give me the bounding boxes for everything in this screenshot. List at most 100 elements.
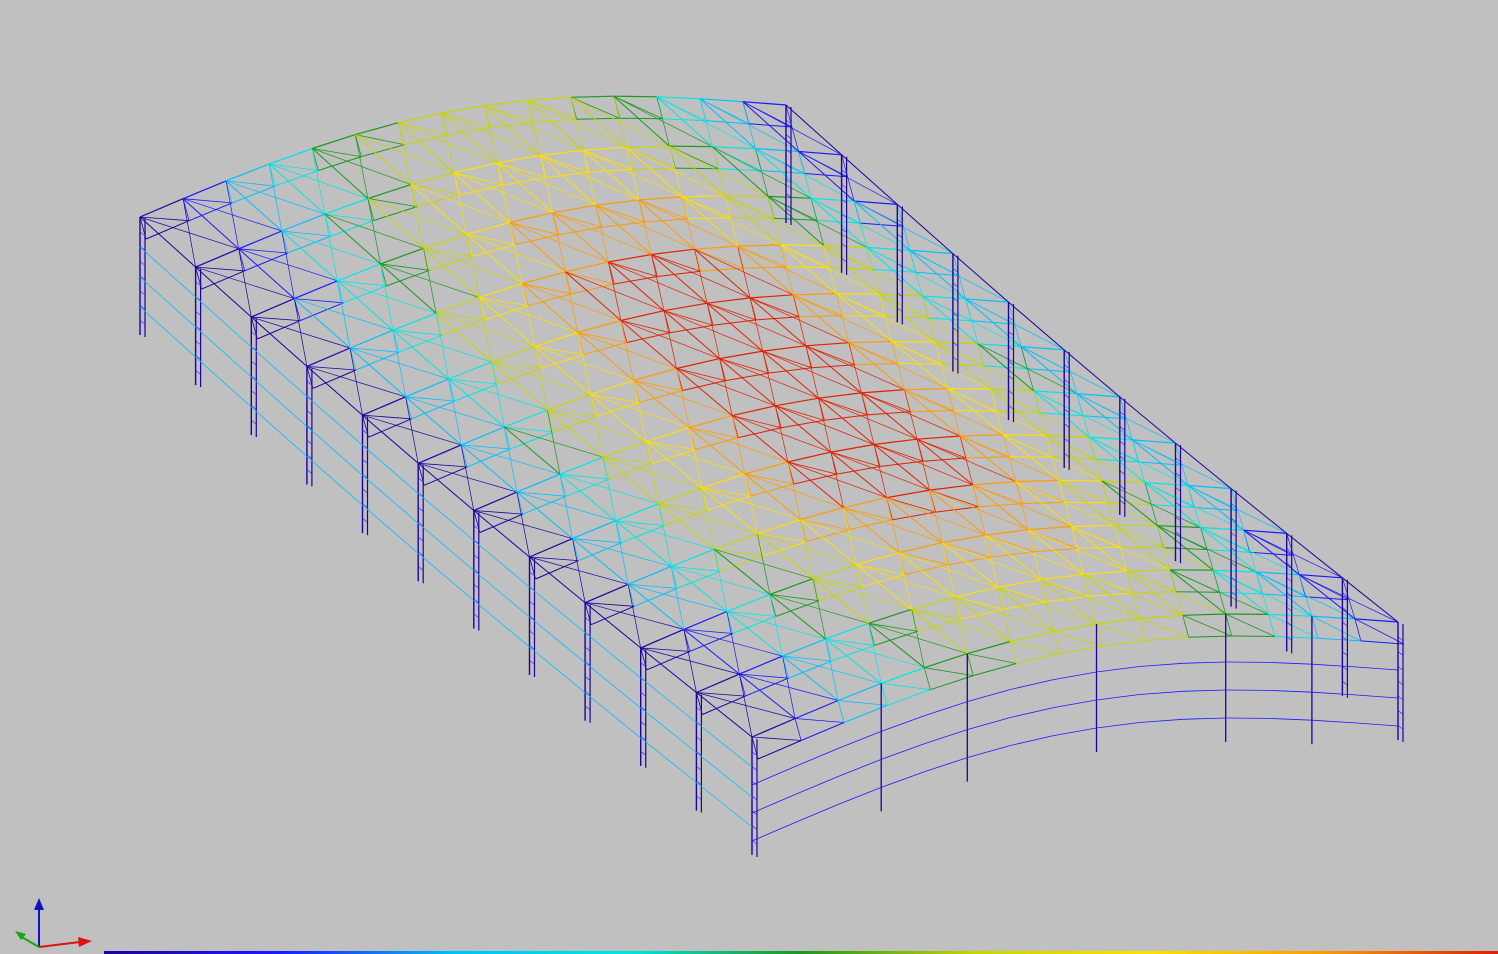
purlin-1140 (726, 611, 783, 657)
roof-truss-group (139, 95, 1405, 760)
top-chord-40 (570, 95, 614, 98)
top-chord-608 (782, 638, 826, 657)
bottom-chord-569 (948, 556, 992, 566)
top-chord-696 (1139, 614, 1183, 620)
top-chord-328 (719, 350, 763, 360)
top-chord-128 (337, 263, 381, 282)
wall-girt-1463 (529, 586, 586, 634)
top-chord-176 (854, 200, 898, 205)
purlin-937 (835, 293, 893, 342)
top-chord-272 (707, 297, 751, 304)
column-lace-1340 (473, 584, 479, 589)
gable-girt-1524 (1354, 722, 1399, 727)
top-chord-296 (965, 298, 1009, 303)
wall-girt-1454 (362, 444, 419, 494)
column-lace-1404 (1286, 621, 1292, 627)
top-chord-648 (1213, 569, 1257, 573)
brace-749 (570, 97, 584, 151)
web-member-158 (638, 199, 689, 220)
bottom-chord-693 (1102, 640, 1146, 647)
gable-girt-1508 (1139, 690, 1183, 695)
top-chord-220 (737, 244, 781, 247)
web-member-398 (861, 392, 911, 413)
column-lace-1441 (1397, 725, 1404, 730)
web-member-630 (997, 586, 1048, 602)
top-chord-412 (1033, 390, 1077, 395)
top-chord-520 (1015, 479, 1059, 483)
wall-girt-1469 (640, 677, 697, 723)
web-member-714 (1311, 615, 1362, 642)
top-chord-240 (362, 396, 406, 416)
wall-girt-1473 (696, 752, 753, 798)
column-lace-1360 (529, 660, 535, 665)
top-chord-188 (392, 312, 437, 331)
3d-viewport[interactable] (0, 0, 1498, 954)
wall-girt-1468 (584, 692, 641, 739)
column-lace-1322 (418, 536, 424, 542)
purlin-1186 (782, 655, 839, 701)
bottom-chord-285 (842, 315, 886, 317)
top-chord-444 (787, 451, 832, 463)
purlin-1042 (529, 556, 586, 604)
top-chord-372 (602, 441, 647, 458)
top-chord-264 (620, 310, 665, 322)
column-lace-1374 (584, 646, 591, 652)
top-chord-172 (811, 197, 855, 202)
brace-847 (767, 196, 781, 246)
bottom-chord-281 (799, 315, 843, 318)
top-chord-544 (683, 610, 728, 630)
web-member-222 (737, 245, 787, 268)
purlin-1072 (959, 435, 1017, 482)
top-chord-428 (615, 503, 659, 522)
purlin-885 (694, 248, 751, 299)
top-chord-572 (985, 529, 1029, 536)
bottom-chord-13 (275, 170, 319, 187)
structure-model[interactable] (0, 0, 1498, 954)
web-member-102 (626, 146, 676, 169)
purlin-882 (651, 254, 708, 304)
wall-girt-1460 (473, 540, 530, 588)
top-chord-72 (324, 197, 369, 215)
bottom-chord-481 (590, 605, 635, 626)
brace-1139 (726, 611, 740, 675)
top-chord-560 (855, 552, 900, 566)
gable-girt-1487 (837, 759, 882, 777)
web-member-278 (749, 297, 800, 318)
top-chord-440 (744, 461, 789, 475)
column-lace-1301 (362, 444, 368, 449)
gable-girt-1493 (924, 729, 968, 745)
purlin-744 (484, 105, 541, 156)
top-chord-604 (739, 655, 783, 675)
wall-girt-1448 (251, 346, 308, 397)
top-chord-180 (306, 347, 351, 367)
web-member-622 (911, 608, 961, 620)
purlin-864 (392, 329, 450, 380)
top-chord-460 (960, 434, 1004, 437)
web-member-62 (195, 266, 245, 272)
purlin-815 (293, 298, 351, 349)
bottom-chord-125 (300, 302, 344, 322)
purlin-1112 (929, 489, 986, 536)
top-chord-132 (380, 247, 424, 265)
web-member-202 (522, 283, 572, 295)
top-chord-52 (699, 98, 743, 103)
column-lace-1320 (418, 507, 424, 512)
gable-girt-1482 (751, 822, 796, 842)
bottom-chord-209 (614, 276, 658, 285)
brace-881 (651, 254, 665, 311)
wall-girt-1447 (195, 356, 252, 408)
bottom-chord-429 (621, 525, 665, 544)
column-lace-1302 (362, 459, 368, 464)
bottom-chord-301 (424, 466, 468, 486)
brace-982 (891, 341, 905, 390)
web-member-14 (269, 163, 319, 171)
web-member-434 (658, 503, 708, 511)
brace-1114 (972, 484, 986, 536)
bottom-chord-397 (867, 411, 911, 416)
column-lace-1423 (1342, 680, 1348, 686)
gable-girt-1509 (1139, 718, 1183, 723)
brace-1212 (1169, 569, 1184, 616)
web-member-662 (751, 736, 802, 741)
column-lace-1394 (640, 721, 646, 726)
web-member-38 (527, 99, 577, 120)
